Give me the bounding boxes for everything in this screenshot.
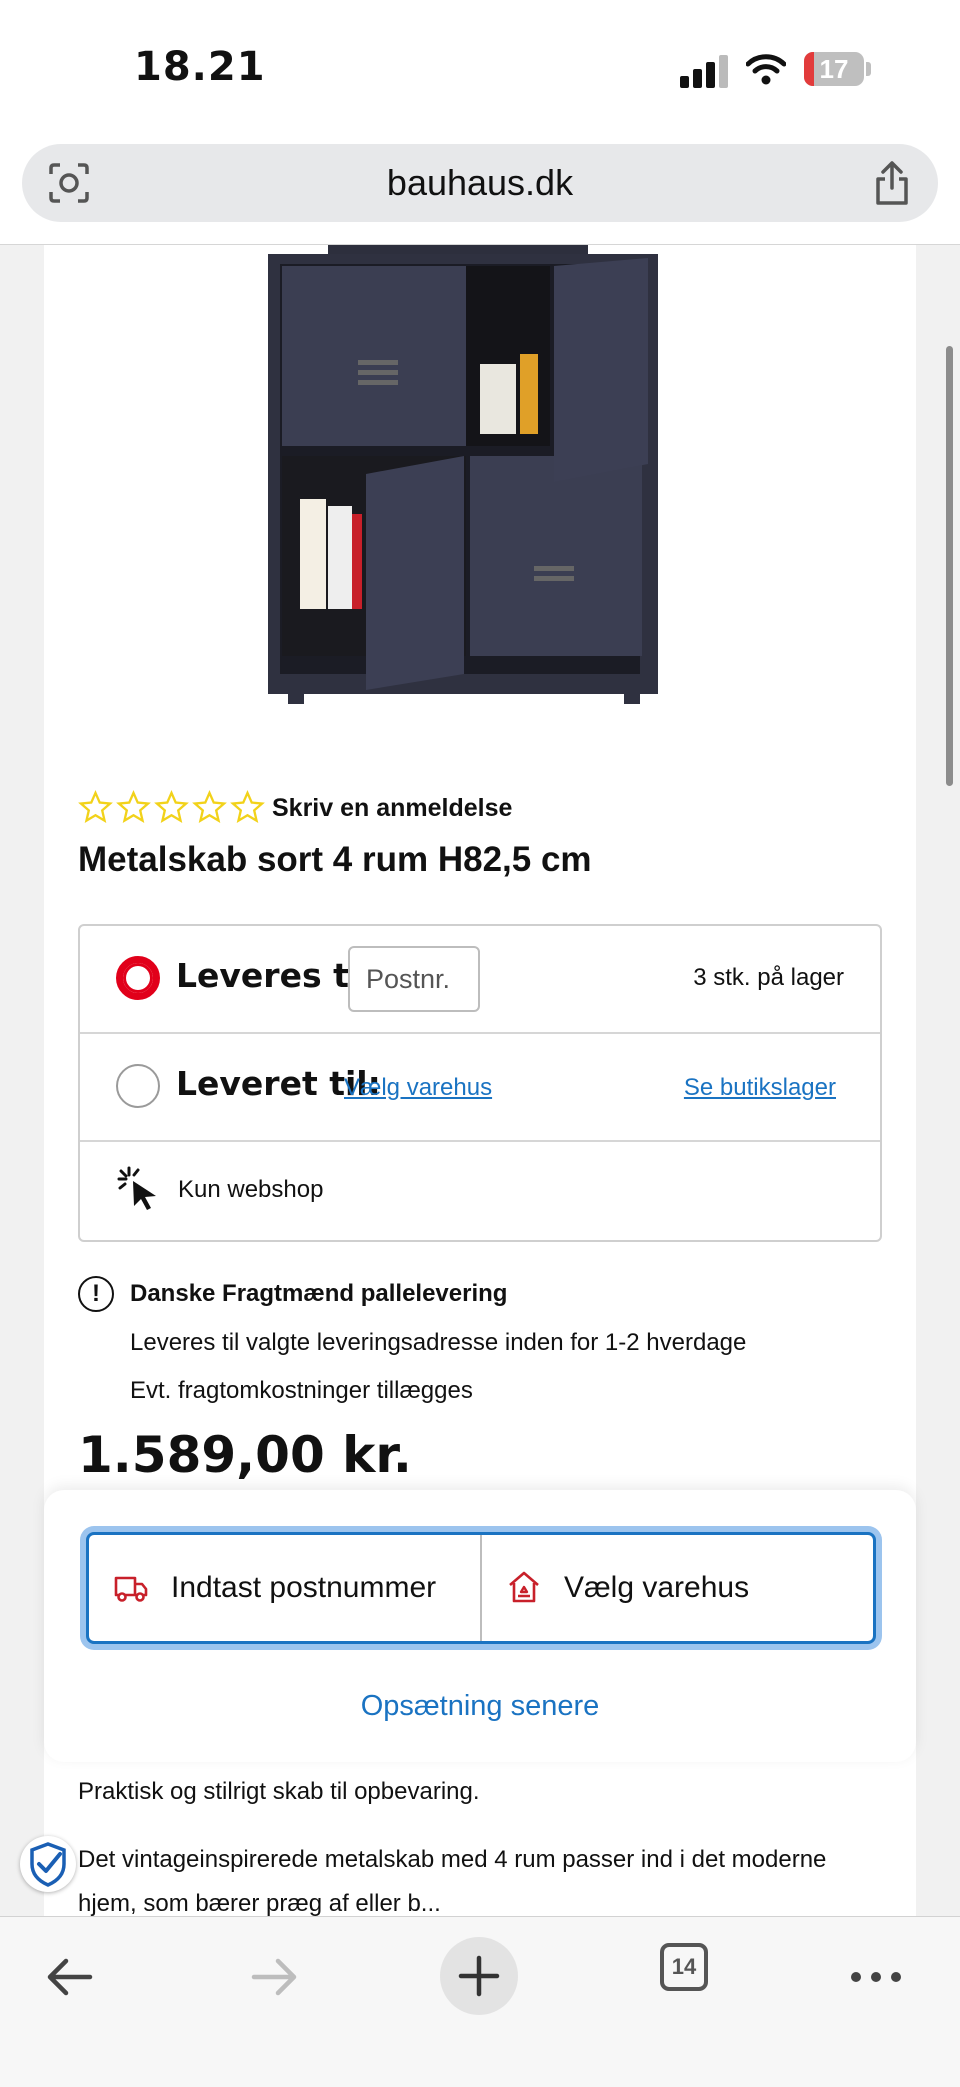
cellular-signal-icon [680,54,728,88]
store-radio[interactable] [116,1064,160,1108]
description-short: Praktisk og stilrigt skab til opbevaring… [78,1778,480,1805]
scrollbar[interactable] [946,346,953,786]
write-review-link[interactable]: Skriv en anmeldelse [272,794,512,823]
battery-percent: 17 [819,54,849,84]
delivery-option-store[interactable]: Leveret til: Vælg varehus Se butikslager [80,1034,880,1142]
location-setup-sheet: Indtast postnummer Vælg varehus Opsætnin… [44,1490,916,1762]
more-dots-icon[interactable] [846,1933,906,2021]
webshop-only-row: Kun webshop [80,1142,880,1238]
info-exclamation-icon: ! [78,1276,114,1312]
location-button-group: Indtast postnummer Vælg varehus [86,1532,876,1644]
shipping-title: Danske Fragtmænd pallelevering [130,1280,508,1307]
star-icon [230,790,265,824]
delivery-options: Leveres til: Postnr. 3 stk. på lager Lev… [78,924,882,1242]
share-icon[interactable] [872,160,912,206]
webshop-only-label: Kun webshop [178,1176,324,1203]
browser-toolbar: 14 [0,1916,960,2087]
shipping-line-2: Evt. fragtomkostninger tillægges [130,1377,473,1404]
product-price: 1.589,00 kr. [78,1426,412,1484]
choose-store-button[interactable]: Vælg varehus [480,1535,873,1641]
status-time: 18.21 [134,44,266,90]
back-arrow-icon[interactable] [40,1933,100,2021]
stock-status: 3 stk. på lager [693,964,844,991]
battery-tip [866,62,871,76]
postcode-input[interactable]: Postnr. [348,946,480,1012]
setup-later-link[interactable]: Opsætning senere [44,1690,916,1723]
shipping-line-1: Leveres til valgte leveringsadresse inde… [130,1329,747,1356]
choose-store-label: Vælg varehus [564,1571,750,1604]
address-bar[interactable]: bauhaus.dk [22,144,938,222]
product-title: Metalskab sort 4 rum H82,5 cm [78,840,592,879]
star-icon [192,790,227,824]
tab-switcher-button[interactable]: 14 [660,1943,708,1991]
cursor-click-icon [117,1166,156,1210]
delivery-option-home[interactable]: Leveres til: Postnr. 3 stk. på lager [80,926,880,1034]
wifi-icon [746,54,786,85]
enter-postcode-label: Indtast postnummer [171,1571,437,1604]
star-icon [116,790,151,824]
security-shield-icon[interactable] [20,1836,76,1892]
store-icon [509,1571,539,1603]
url-text[interactable]: bauhaus.dk [22,144,938,222]
enter-postcode-button[interactable]: Indtast postnummer [89,1535,480,1641]
star-icon [78,790,113,824]
forward-arrow-icon[interactable] [244,1933,304,2021]
delivery-radio-selected[interactable] [116,956,160,1000]
product-image[interactable] [268,244,688,714]
browser-top-bar: 18.21 17 bauhaus.dk [0,0,960,245]
rating-stars[interactable] [78,790,265,825]
new-tab-plus-icon[interactable] [440,1937,518,2015]
choose-store-link[interactable]: Vælg varehus [344,1074,492,1102]
description-long: Det vintageinspirerede metalskab med 4 r… [78,1846,827,1916]
truck-icon [114,1576,148,1602]
star-icon [154,790,189,824]
see-store-stock-link[interactable]: Se butikslager [684,1074,836,1102]
battery-icon: 17 [804,52,864,86]
